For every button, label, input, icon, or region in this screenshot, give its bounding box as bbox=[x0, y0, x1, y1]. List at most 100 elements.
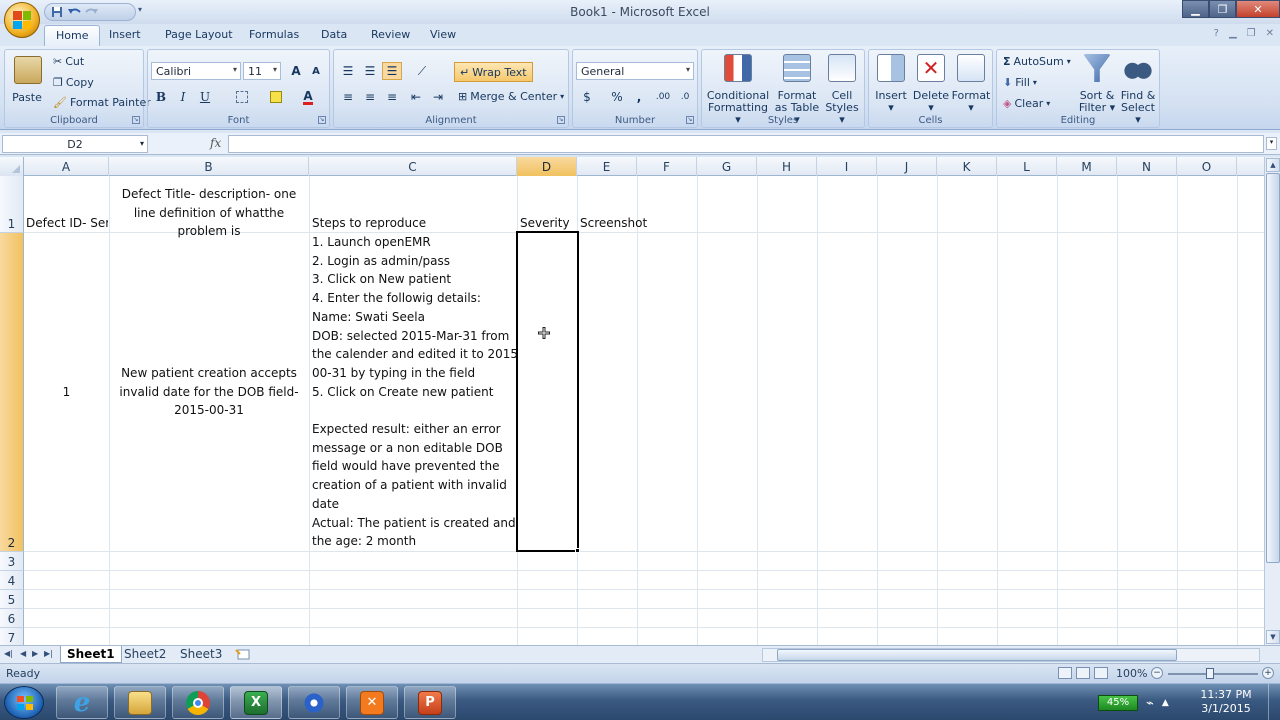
tray-expand-icon[interactable]: ▲ bbox=[1162, 698, 1169, 708]
merge-center-button[interactable]: ⊞ Merge & Center ▾ bbox=[458, 90, 564, 103]
horizontal-scrollbar[interactable] bbox=[762, 648, 1260, 662]
row-header-1[interactable]: 1 bbox=[0, 176, 24, 233]
grow-font-button[interactable]: A bbox=[286, 62, 306, 80]
tab-insert[interactable]: Insert bbox=[109, 28, 141, 41]
cell-e1[interactable]: Screenshot bbox=[580, 214, 660, 233]
active-cell-selection[interactable] bbox=[516, 231, 579, 552]
formula-input[interactable] bbox=[228, 135, 1264, 153]
sheet-tab-3[interactable]: Sheet3 bbox=[174, 646, 228, 663]
clipboard-launcher-icon[interactable]: ↘ bbox=[132, 116, 140, 124]
copy-button[interactable]: ❐ Copy bbox=[53, 76, 94, 89]
align-bottom-icon[interactable]: ☰ bbox=[382, 62, 402, 80]
expand-formula-bar-icon[interactable]: ▾ bbox=[1266, 137, 1277, 150]
office-button[interactable] bbox=[4, 2, 40, 38]
alignment-launcher-icon[interactable]: ↘ bbox=[557, 116, 565, 124]
format-painter-button[interactable]: 🖌 Format Painter bbox=[53, 96, 151, 109]
column-header-k[interactable]: K bbox=[937, 157, 997, 176]
restore-button[interactable]: ❐ bbox=[1209, 0, 1236, 18]
tab-home[interactable]: Home bbox=[44, 25, 101, 47]
insert-sheet-icon[interactable] bbox=[234, 648, 252, 661]
next-sheet-icon[interactable]: ▶ bbox=[32, 649, 38, 658]
insert-cells-button[interactable]: Insert ▾ bbox=[871, 52, 911, 116]
select-all-button[interactable] bbox=[0, 157, 24, 176]
clock[interactable]: 11:37 PM 3/1/2015 bbox=[1196, 688, 1256, 716]
tab-view[interactable]: View bbox=[430, 28, 456, 41]
column-header-a[interactable]: A bbox=[24, 157, 109, 176]
decrease-decimal-button[interactable]: .0 bbox=[675, 88, 695, 106]
tab-review[interactable]: Review bbox=[371, 28, 410, 41]
taskbar-app-xampp[interactable]: ✕ bbox=[346, 686, 398, 719]
scroll-up-icon[interactable]: ▲ bbox=[1266, 158, 1280, 172]
start-button[interactable] bbox=[4, 686, 44, 719]
fill-color-button[interactable] bbox=[266, 88, 286, 106]
cell-c2[interactable]: 1. Launch openEMR 2. Login as admin/pass… bbox=[312, 233, 516, 551]
bold-button[interactable]: B bbox=[151, 88, 171, 106]
battery-indicator[interactable]: 45% bbox=[1098, 695, 1138, 711]
comma-button[interactable]: , bbox=[629, 88, 649, 106]
column-header-i[interactable]: I bbox=[817, 157, 877, 176]
italic-button[interactable]: I bbox=[173, 88, 193, 106]
font-color-button[interactable]: A bbox=[298, 88, 318, 106]
doc-close-icon[interactable]: ✕ bbox=[1266, 28, 1274, 39]
zoom-level[interactable]: 100% bbox=[1116, 667, 1147, 680]
row-header-4[interactable]: 4 bbox=[0, 571, 24, 590]
zoom-out-icon[interactable]: − bbox=[1151, 667, 1163, 679]
currency-button[interactable]: $ bbox=[577, 88, 597, 106]
taskbar-app-ie[interactable]: e bbox=[56, 686, 108, 719]
font-name-combo[interactable]: Calibri ▾ bbox=[151, 62, 241, 80]
taskbar-app-powerpoint[interactable]: P bbox=[404, 686, 456, 719]
page-layout-view-icon[interactable] bbox=[1076, 667, 1090, 679]
normal-view-icon[interactable] bbox=[1058, 667, 1072, 679]
scroll-down-icon[interactable]: ▼ bbox=[1266, 630, 1280, 644]
cell-b1[interactable]: Defect Title- description- one line defi… bbox=[110, 185, 308, 241]
sheet-tab-1[interactable]: Sheet1 bbox=[60, 646, 122, 663]
align-middle-icon[interactable]: ☰ bbox=[360, 62, 380, 80]
tab-formulas[interactable]: Formulas bbox=[249, 28, 299, 41]
cut-button[interactable]: ✂ Cut bbox=[53, 55, 84, 68]
sheet-tab-2[interactable]: Sheet2 bbox=[118, 646, 172, 663]
increase-indent-icon[interactable]: ⇥ bbox=[428, 88, 448, 106]
taskbar-app-chrome[interactable] bbox=[172, 686, 224, 719]
vertical-scroll-thumb[interactable] bbox=[1266, 173, 1280, 563]
sort-filter-button[interactable]: Sort & Filter ▾ bbox=[1077, 52, 1117, 116]
autosum-button[interactable]: Σ AutoSum ▾ bbox=[1003, 55, 1071, 68]
column-header-n[interactable]: N bbox=[1117, 157, 1177, 176]
font-size-combo[interactable]: 11 ▾ bbox=[243, 62, 281, 80]
align-left-icon[interactable]: ≡ bbox=[338, 88, 358, 106]
row-header-2[interactable]: 2 bbox=[0, 233, 24, 552]
tab-data[interactable]: Data bbox=[321, 28, 347, 41]
format-as-table-button[interactable]: Format as Table ▾ bbox=[774, 52, 820, 126]
doc-restore-icon[interactable]: ❐ bbox=[1247, 28, 1256, 39]
column-header-c[interactable]: C bbox=[309, 157, 517, 176]
column-header-o[interactable]: O bbox=[1177, 157, 1237, 176]
row-header-3[interactable]: 3 bbox=[0, 552, 24, 571]
name-box[interactable]: D2 ▾ bbox=[2, 135, 148, 153]
column-header-g[interactable]: G bbox=[697, 157, 757, 176]
column-header-d[interactable]: D bbox=[517, 157, 577, 176]
font-launcher-icon[interactable]: ↘ bbox=[318, 116, 326, 124]
row-header-5[interactable]: 5 bbox=[0, 590, 24, 609]
percent-button[interactable]: % bbox=[607, 88, 627, 106]
wrap-text-button[interactable]: ↵ Wrap Text bbox=[454, 62, 533, 82]
row-header-7[interactable]: 7 bbox=[0, 628, 24, 645]
column-header-j[interactable]: J bbox=[877, 157, 937, 176]
vertical-scrollbar[interactable]: ▲ ▼ bbox=[1264, 157, 1280, 645]
close-button[interactable]: ✕ bbox=[1236, 0, 1280, 18]
horizontal-scroll-thumb[interactable] bbox=[777, 649, 1177, 661]
column-header-e[interactable]: E bbox=[577, 157, 637, 176]
delete-cells-button[interactable]: ✕ Delete ▾ bbox=[911, 52, 951, 116]
align-center-icon[interactable]: ≡ bbox=[360, 88, 380, 106]
cell-a2[interactable]: 1 bbox=[24, 383, 109, 402]
help-icon[interactable]: ? bbox=[1214, 28, 1219, 39]
align-top-icon[interactable]: ☰ bbox=[338, 62, 358, 80]
column-header-h[interactable]: H bbox=[757, 157, 817, 176]
number-launcher-icon[interactable]: ↘ bbox=[686, 116, 694, 124]
doc-minimize-icon[interactable]: ▁ bbox=[1229, 28, 1237, 39]
borders-button[interactable] bbox=[232, 88, 252, 106]
shrink-font-button[interactable]: A bbox=[306, 62, 326, 80]
network-icon[interactable]: ⌁ bbox=[1146, 696, 1154, 711]
number-format-combo[interactable]: General ▾ bbox=[576, 62, 694, 80]
underline-button[interactable]: U bbox=[195, 88, 215, 106]
fill-button[interactable]: ⬇ Fill ▾ bbox=[1003, 76, 1037, 89]
fill-handle[interactable] bbox=[575, 548, 580, 553]
